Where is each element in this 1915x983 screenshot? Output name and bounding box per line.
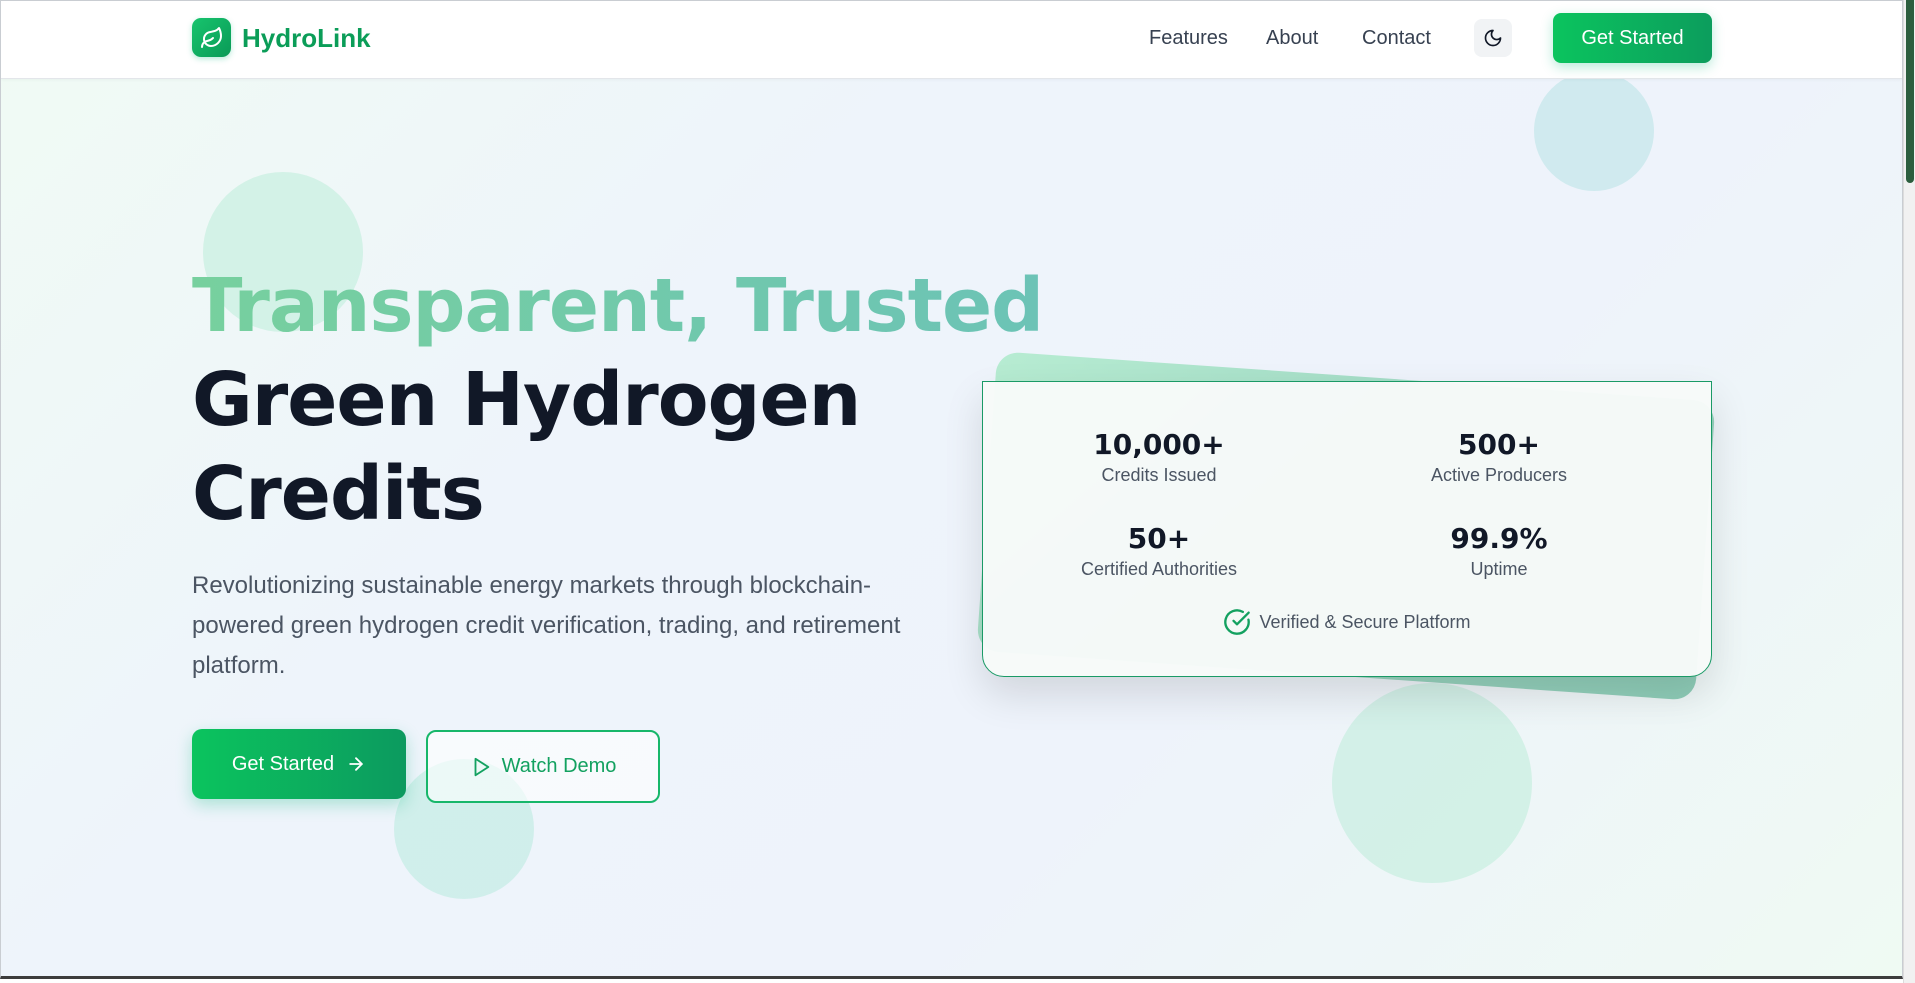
stats-card: 10,000+ Credits Issued 500+ Active Produ… bbox=[982, 381, 1712, 677]
hero-get-started-button[interactable]: Get Started bbox=[192, 729, 406, 799]
watch-demo-button[interactable]: Watch Demo bbox=[426, 730, 660, 803]
nav-link-contact[interactable]: Contact bbox=[1362, 27, 1431, 50]
stat-label: Active Producers bbox=[1430, 465, 1568, 485]
brand-name[interactable]: HydroLink bbox=[242, 23, 371, 54]
scrollbar-thumb[interactable] bbox=[1906, 0, 1914, 183]
arrow-right-icon bbox=[349, 757, 363, 771]
check-circle-icon bbox=[1224, 609, 1251, 635]
play-icon bbox=[474, 757, 489, 776]
stat-label: Uptime bbox=[1470, 559, 1528, 579]
stat-active-producers: 500+ Active Producers bbox=[1374, 428, 1624, 486]
stat-credits-issued: 10,000+ Credits Issued bbox=[1034, 428, 1284, 486]
headline-line-2: Green Hydrogen bbox=[192, 357, 861, 443]
verified-badge: Verified & Secure Platform bbox=[983, 608, 1711, 636]
stat-label: Credits Issued bbox=[1101, 465, 1217, 485]
stat-value: 50+ bbox=[1127, 522, 1191, 555]
moon-icon bbox=[1484, 29, 1502, 47]
stat-value: 500+ bbox=[1458, 428, 1540, 461]
stat-value: 10,000+ bbox=[1093, 428, 1225, 461]
theme-toggle-button[interactable] bbox=[1474, 19, 1512, 57]
watch-demo-label: Watch Demo bbox=[501, 755, 617, 777]
nav-link-features[interactable]: Features bbox=[1149, 27, 1228, 50]
decorative-circle bbox=[1534, 71, 1654, 191]
stat-certified-authorities: 50+ Certified Authorities bbox=[1034, 522, 1284, 580]
stat-uptime: 99.9% Uptime bbox=[1374, 522, 1624, 580]
hero-headline: Transparent, Trusted Green Hydrogen Cred… bbox=[192, 259, 1044, 541]
hero-get-started-label: Get Started bbox=[231, 752, 335, 775]
verified-text: Verified & Secure Platform bbox=[1259, 611, 1471, 632]
decorative-circle bbox=[1332, 683, 1532, 883]
headline-line-3: Credits bbox=[192, 451, 485, 537]
page-viewport: HydroLink Features About Contact Get Sta… bbox=[0, 0, 1903, 979]
logo-leaf-icon[interactable] bbox=[192, 18, 231, 57]
hero-subtext: Revolutionizing sustainable energy marke… bbox=[192, 572, 901, 679]
nav-link-about[interactable]: About bbox=[1266, 27, 1318, 50]
header-get-started-button[interactable]: Get Started bbox=[1553, 13, 1712, 63]
top-navbar: HydroLink Features About Contact Get Sta… bbox=[1, 1, 1902, 79]
stat-label: Certified Authorities bbox=[1080, 559, 1238, 579]
stat-value: 99.9% bbox=[1450, 522, 1548, 555]
headline-accent: Transparent, Trusted bbox=[192, 259, 1044, 353]
page-scrollbar[interactable] bbox=[1903, 0, 1915, 983]
